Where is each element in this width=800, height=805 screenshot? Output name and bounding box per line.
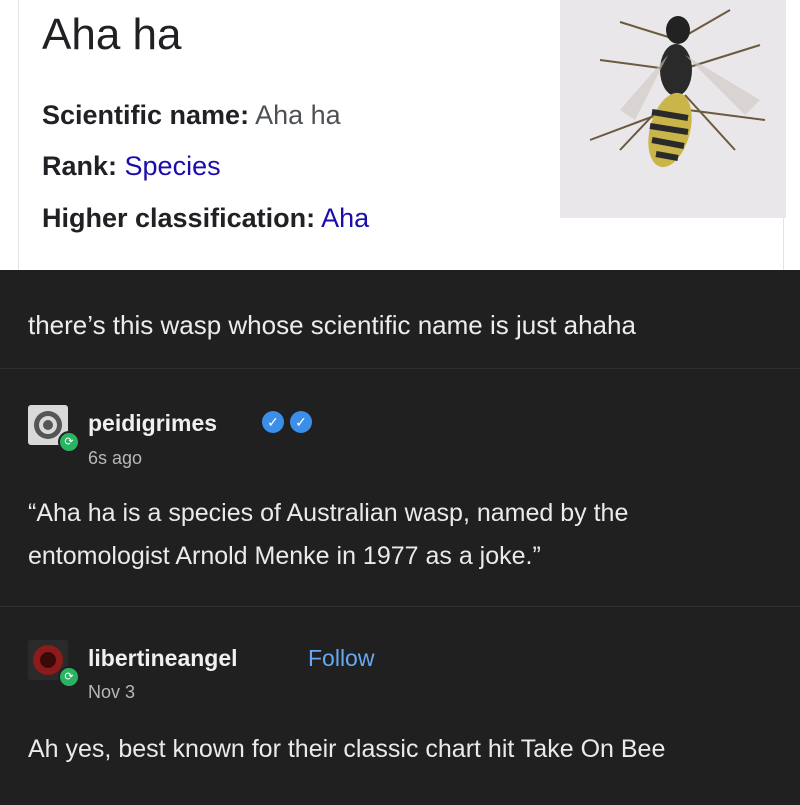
infobox-card: Aha ha Scientific name: Aha ha Rank: Spe… <box>0 0 800 270</box>
original-post-text: there’s this wasp whose scientific name … <box>28 310 636 340</box>
divider <box>0 368 800 369</box>
verified-check-icon: ✓ <box>262 411 284 433</box>
scientific-name-value: Aha ha <box>255 100 341 130</box>
rank-label: Rank: <box>42 151 118 181</box>
peidigrimes-username[interactable]: peidigrimes <box>88 410 217 437</box>
infobox-title: Aha ha <box>42 10 182 59</box>
higher-classification-value-link[interactable]: Aha <box>321 203 369 233</box>
scientific-name-row: Scientific name: Aha ha <box>42 100 341 131</box>
rank-value-link[interactable]: Species <box>125 151 221 181</box>
reblog-text: “Aha ha is a species of Australian wasp,… <box>28 499 629 570</box>
higher-classification-label: Higher classification: <box>42 203 316 233</box>
post-timestamp: 6s ago <box>88 448 143 468</box>
post-timestamp: Nov 3 <box>88 682 136 702</box>
reblog-icon: ⟳ <box>58 431 80 453</box>
verified-check-icon: ✓ <box>290 411 312 433</box>
reblog-icon: ⟳ <box>58 666 80 688</box>
scientific-name-label: Scientific name: <box>42 100 250 130</box>
wasp-image <box>560 0 786 218</box>
rank-row: Rank: Species <box>42 151 221 182</box>
higher-classification-row: Higher classification: Aha <box>42 203 369 234</box>
reblog-text: Ah yes, best known for their classic cha… <box>28 735 666 763</box>
libertineangel-username[interactable]: libertineangel <box>88 645 238 672</box>
follow-button[interactable]: Follow <box>308 645 374 672</box>
divider <box>0 606 800 607</box>
